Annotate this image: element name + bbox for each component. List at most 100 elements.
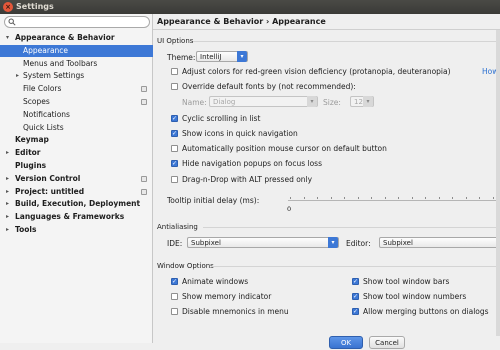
sidebar-item-label: Scopes	[23, 97, 50, 106]
sidebar-item-editor[interactable]: ▸ Editor	[0, 147, 153, 159]
collapsed-arrow-icon[interactable]: ▸	[6, 147, 9, 159]
animate-windows-label: Animate windows	[182, 277, 249, 286]
sidebar-item-label: Version Control	[15, 173, 81, 183]
slider-tick	[330, 197, 332, 199]
window-titlebar: × Settings	[0, 0, 500, 14]
slider-tick	[357, 197, 359, 199]
sidebar-item-quick-lists[interactable]: Quick Lists	[0, 122, 153, 134]
tooltip-delay-slider[interactable]	[288, 200, 500, 201]
collapsed-arrow-icon[interactable]: ▸	[6, 224, 9, 236]
show-tool-numbers-label: Show tool window numbers	[363, 292, 467, 301]
project-scope-icon	[141, 175, 147, 182]
font-size-label: Size:	[323, 98, 341, 107]
show-tool-numbers-checkbox[interactable]: ✓	[352, 293, 359, 300]
sidebar-item-label: File Colors	[23, 84, 62, 94]
section-window-options: Window Options	[157, 262, 214, 270]
collapsed-arrow-icon[interactable]: ▸	[6, 198, 9, 210]
section-antialiasing: Antialiasing	[157, 223, 198, 231]
sidebar-item-label: Notifications	[23, 109, 70, 119]
slider-tick	[398, 197, 399, 199]
theme-label: Theme:	[167, 53, 196, 62]
theme-dropdown[interactable]: IntelliJ ▾	[196, 51, 248, 62]
cyclic-scrolling-label: Cyclic scrolling in list	[182, 114, 261, 123]
font-name-dropdown[interactable]: Dialog ▾	[209, 96, 318, 107]
close-window-icon[interactable]: ×	[3, 2, 13, 12]
disable-mnemonics-label: Disable mnemonics in menu	[182, 307, 289, 316]
font-size-dropdown[interactable]: 12 ▾	[350, 96, 374, 107]
auto-position-checkbox[interactable]	[171, 145, 178, 152]
sidebar-item-label: Build, Execution, Deployment	[15, 199, 141, 209]
show-icons-checkbox[interactable]: ✓	[171, 130, 178, 137]
settings-sidebar: ▾ Appearance & Behavior Appearance Menus an…	[0, 14, 153, 343]
hide-popups-label: Hide navigation popups on focus loss	[182, 159, 322, 168]
sidebar-item-label: System Settings	[23, 71, 85, 81]
sidebar-item-build-execution-deployment[interactable]: ▸ Build, Execution, Deployment	[0, 198, 153, 210]
chevron-down-icon: ▾	[328, 237, 338, 248]
main-panel: Appearance & Behavior › Appearance UI Op…	[153, 14, 500, 349]
sidebar-item-version-control[interactable]: ▸ Version Control	[0, 173, 153, 185]
cyclic-scrolling-checkbox[interactable]: ✓	[171, 115, 178, 122]
sidebar-item-appearance-behavior[interactable]: ▾ Appearance & Behavior	[0, 32, 153, 44]
sidebar-item-notifications[interactable]: Notifications	[0, 109, 153, 121]
chevron-down-icon: ▾	[307, 96, 317, 107]
override-fonts-label: Override default fonts by (not recommend…	[182, 82, 356, 91]
sidebar-item-project-untitled[interactable]: ▸ Project: untitled	[0, 186, 153, 198]
sidebar-item-label: Languages & Frameworks	[15, 212, 125, 222]
show-tool-bars-checkbox[interactable]: ✓	[352, 278, 359, 285]
allow-merging-label: Allow merging buttons on dialogs	[363, 307, 489, 316]
disable-mnemonics-checkbox[interactable]	[171, 308, 178, 315]
show-icons-label: Show icons in quick navigation	[182, 129, 298, 138]
search-input[interactable]	[17, 17, 145, 27]
auto-position-label: Automatically position mouse cursor on d…	[182, 144, 387, 153]
sidebar-item-system-settings[interactable]: ▸ System Settings	[0, 70, 153, 82]
override-fonts-checkbox[interactable]	[171, 83, 178, 90]
expanded-arrow-icon[interactable]: ▾	[6, 32, 9, 44]
theme-value: IntelliJ	[200, 53, 222, 61]
slider-tick	[344, 197, 345, 199]
sidebar-item-appearance[interactable]: Appearance	[0, 44, 153, 57]
adjust-colors-label: Adjust colors for red-green vision defic…	[182, 67, 451, 76]
sidebar-item-tools[interactable]: ▸ Tools	[0, 224, 153, 236]
sidebar-item-file-colors[interactable]: File Colors	[0, 83, 153, 95]
sidebar-item-label: Menus and Toolbars	[23, 58, 98, 68]
collapsed-arrow-icon[interactable]: ▸	[16, 70, 19, 82]
project-scope-icon	[141, 86, 147, 93]
sidebar-item-menus-and-toolbars[interactable]: Menus and Toolbars	[0, 58, 153, 70]
collapsed-arrow-icon[interactable]: ▸	[6, 211, 9, 223]
slider-tick	[317, 197, 318, 199]
slider-tick	[303, 197, 305, 199]
sidebar-item-plugins[interactable]: Plugins	[0, 160, 153, 172]
ide-label: IDE:	[167, 239, 183, 248]
slider-tick	[371, 197, 372, 199]
vertical-scrollbar[interactable]	[496, 30, 500, 336]
show-tool-bars-label: Show tool window bars	[363, 277, 450, 286]
sidebar-item-label: Project: untitled	[15, 186, 85, 196]
slider-tick	[384, 197, 386, 199]
sidebar-item-scopes[interactable]: Scopes	[0, 96, 153, 108]
slider-tick	[492, 197, 494, 199]
collapsed-arrow-icon[interactable]: ▸	[6, 173, 9, 185]
drag-drop-checkbox[interactable]	[171, 176, 178, 183]
slider-tick	[290, 197, 291, 199]
hide-popups-checkbox[interactable]: ✓	[171, 160, 178, 167]
drag-drop-label: Drag-n-Drop with ALT pressed only	[182, 175, 313, 184]
chevron-down-icon: ▾	[237, 51, 247, 62]
section-divider	[211, 266, 500, 267]
collapsed-arrow-icon[interactable]: ▸	[6, 186, 9, 198]
sidebar-item-label: Tools	[15, 225, 37, 234]
show-memory-checkbox[interactable]	[171, 293, 178, 300]
ide-antialias-value: Subpixel	[191, 239, 221, 247]
sidebar-item-keymap[interactable]: Keymap	[0, 134, 153, 146]
adjust-colors-checkbox[interactable]	[171, 68, 178, 75]
breadcrumb: Appearance & Behavior › Appearance	[157, 17, 326, 26]
animate-windows-checkbox[interactable]: ✓	[171, 278, 178, 285]
editor-antialias-dropdown[interactable]: Subpixel	[379, 237, 500, 248]
slider-tick	[479, 197, 480, 199]
search-box[interactable]	[4, 16, 150, 28]
sidebar-item-label: Appearance	[23, 45, 69, 55]
sidebar-item-label: Appearance & Behavior	[15, 33, 115, 42]
allow-merging-checkbox[interactable]: ✓	[352, 308, 359, 315]
sidebar-item-languages-frameworks[interactable]: ▸ Languages & Frameworks	[0, 211, 153, 223]
project-scope-icon	[141, 99, 147, 105]
ide-antialias-dropdown[interactable]: Subpixel ▾	[187, 237, 339, 248]
